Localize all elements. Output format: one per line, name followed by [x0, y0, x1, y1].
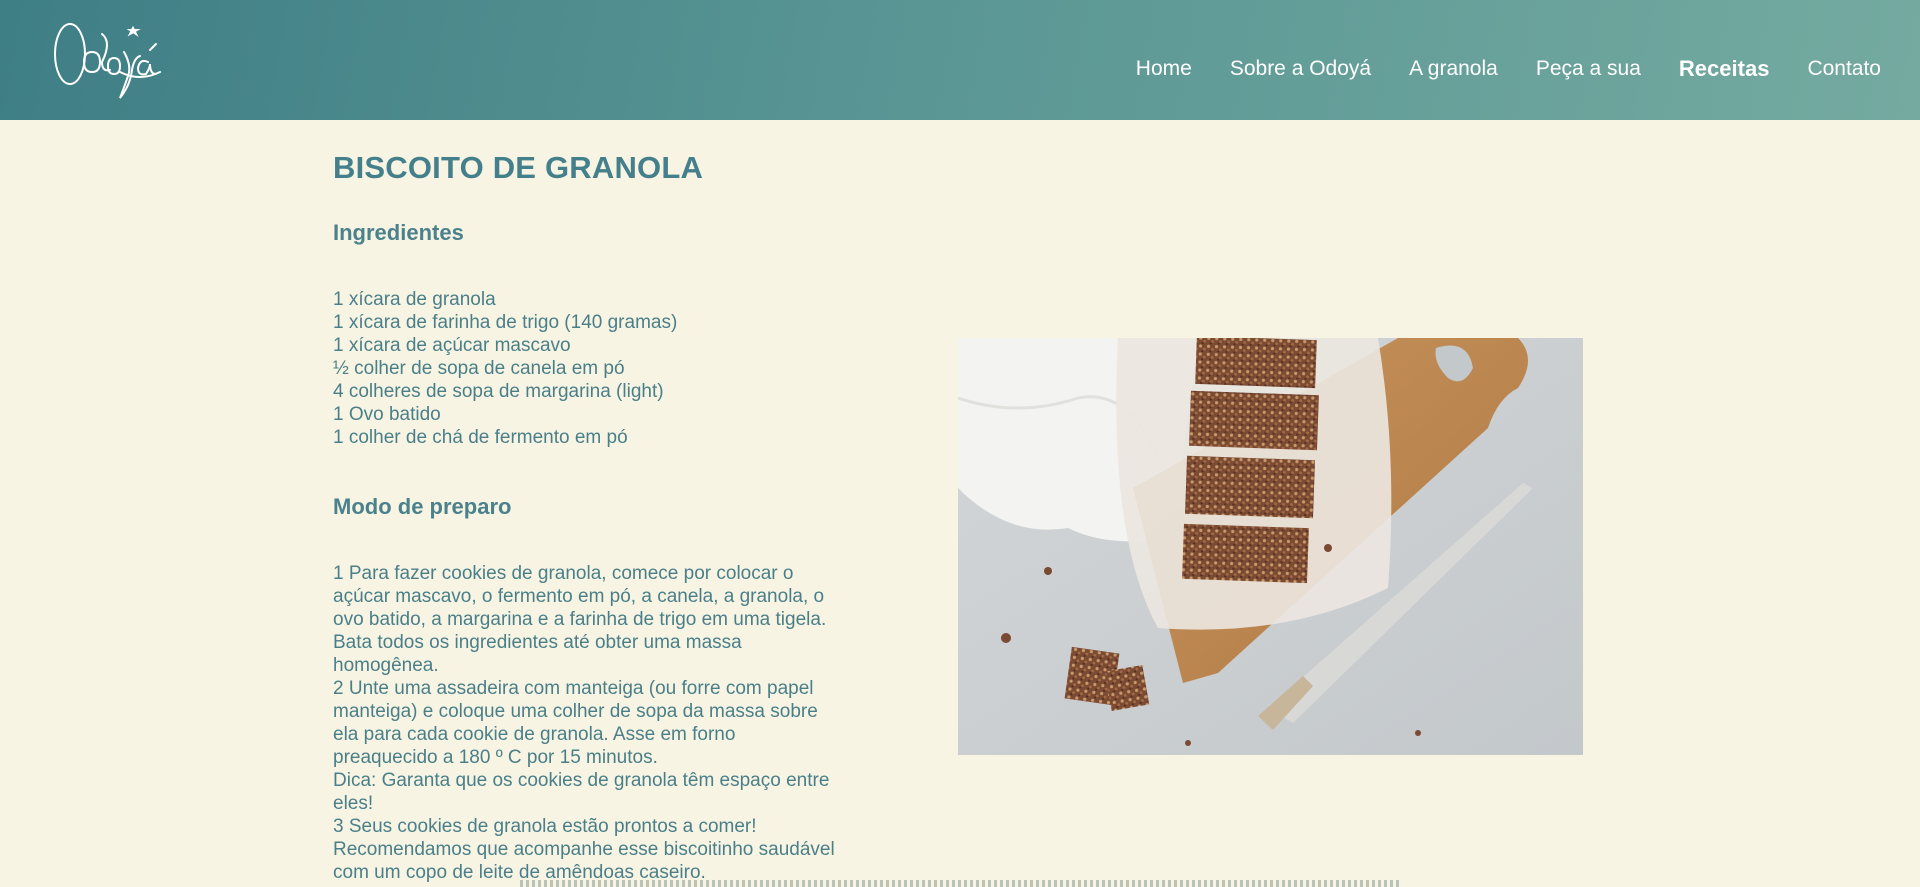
ingredient-item: ½ colher de sopa de canela em pó — [333, 358, 625, 379]
method-step: 2 Unte uma assadeira com manteiga (ou fo… — [333, 678, 818, 768]
site-header: Home Sobre a Odoyá A granola Peça a sua … — [0, 0, 1920, 120]
method-step: 1 Para fazer cookies de granola, comece … — [333, 563, 827, 676]
nav-contato[interactable]: Contato — [1807, 57, 1881, 81]
footer-peek — [520, 880, 1400, 887]
method-tip: Dica: Garanta que os cookies de granola … — [333, 770, 830, 814]
ingredient-item: 1 Ovo batido — [333, 404, 441, 425]
method-step: 3 Seus cookies de granola estão prontos … — [333, 816, 835, 883]
ingredient-item: 4 colheres de sopa de margarina (light) — [333, 381, 664, 402]
ingredients-list: 1 xícara de granola 1 xícara de farinha … — [333, 288, 677, 449]
method-steps: 1 Para fazer cookies de granola, comece … — [333, 562, 843, 884]
nav-granola[interactable]: A granola — [1409, 57, 1498, 81]
ingredient-item: 1 xícara de farinha de trigo (140 gramas… — [333, 312, 678, 333]
ingredient-item: 1 xícara de granola — [333, 289, 496, 310]
nav-receitas[interactable]: Receitas — [1679, 56, 1770, 82]
recipe-content: BISCOITO DE GRANOLA Ingredientes 1 xícar… — [333, 150, 843, 883]
ingredients-heading: Ingredientes — [333, 220, 464, 245]
nav-home[interactable]: Home — [1136, 57, 1192, 81]
odoya-logo[interactable] — [50, 12, 185, 102]
method-heading: Modo de preparo — [333, 494, 512, 519]
nav-peca[interactable]: Peça a sua — [1536, 57, 1641, 81]
ingredient-item: 1 colher de chá de fermento em pó — [333, 427, 628, 448]
recipe-title: BISCOITO DE GRANOLA — [333, 150, 704, 185]
granola-bars-photo — [958, 338, 1583, 755]
nav-sobre[interactable]: Sobre a Odoyá — [1230, 57, 1371, 81]
main-nav: Home Sobre a Odoyá A granola Peça a sua … — [1098, 56, 1881, 82]
ingredient-item: 1 xícara de açúcar mascavo — [333, 335, 571, 356]
